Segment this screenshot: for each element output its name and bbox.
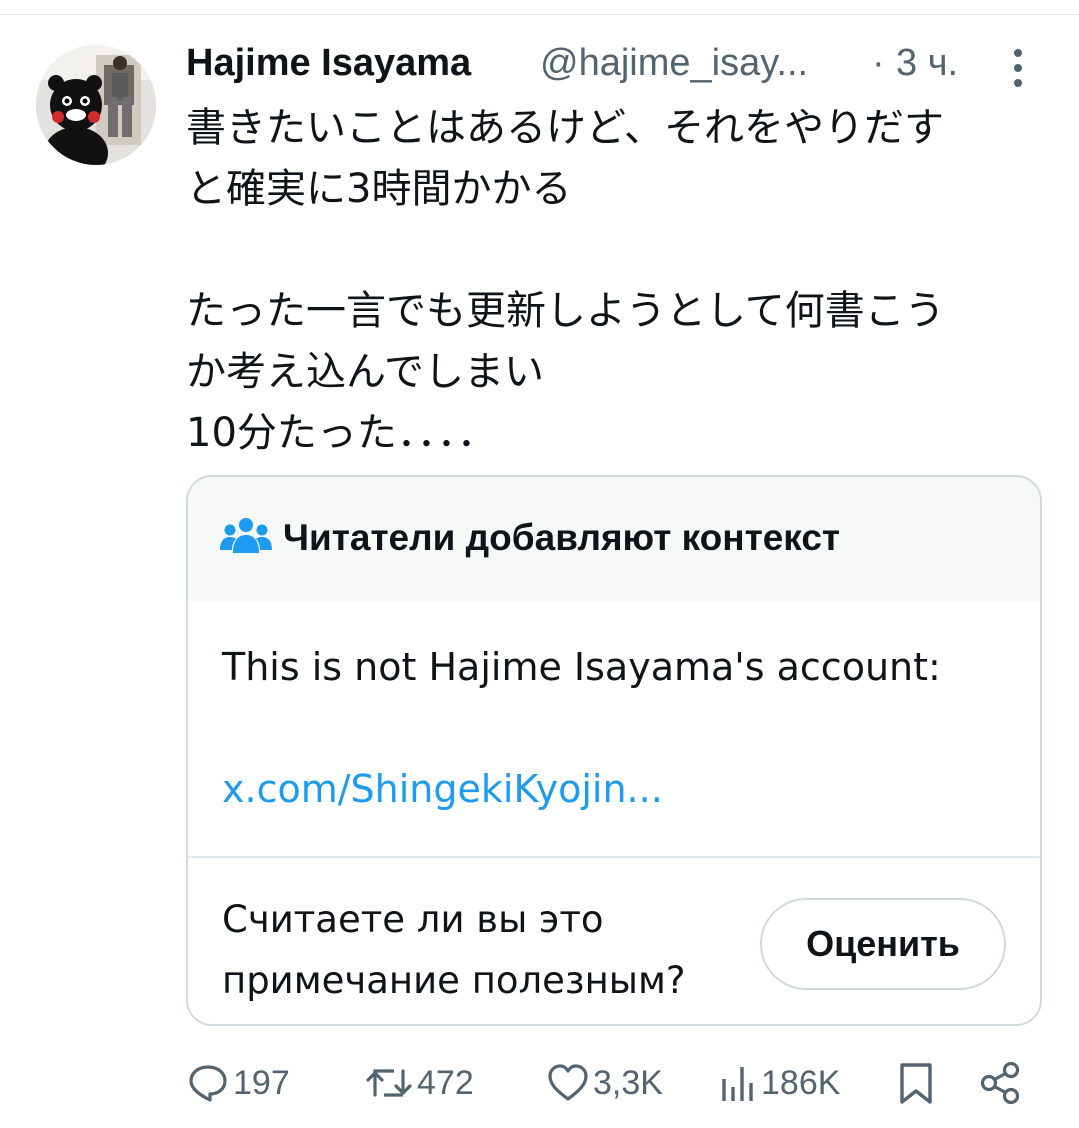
repost-count: 472 [417,1063,474,1102]
tweet-text-line: たった一言でも更新しようとして何書こう [186,288,945,334]
community-note-text: This is not Hajime Isayama's account: [222,645,941,689]
rate-question: Считаете ли вы это примечание полезным? [222,889,742,1011]
bookmark-button[interactable] [896,1058,936,1108]
rate-question-line: Считаете ли вы это [222,898,604,941]
author-display-name[interactable]: Hajime Isayama [186,42,471,85]
author-handle[interactable]: @hajime_isay... [540,42,808,85]
reply-count: 197 [233,1063,290,1102]
tweet-timestamp[interactable]: 3 ч. [896,42,958,85]
view-count: 186K [761,1063,841,1102]
tweet-text-blank-line [186,220,1056,281]
people-icon [220,518,272,553]
community-note-header: Читатели добавляют контекст [188,477,1040,601]
rate-button[interactable]: Оценить [760,898,1006,990]
avatar-photo [36,45,156,165]
community-note-link[interactable]: x.com/ShingekiKyojin... [222,767,1012,811]
tweet-text-line: 10分たった．．．． [186,410,497,456]
tweet-header: Hajime Isayama @hajime_isay... · 3 ч. [186,40,1046,92]
community-note-divider [188,856,1040,858]
avatar[interactable] [36,45,156,165]
tweet-actions-bar: 197 472 3,3K 186K [186,1058,1046,1108]
heart-icon [548,1064,588,1101]
bookmark-icon [900,1063,932,1104]
tweet-text-line: と確実に3時間かかる [186,166,572,212]
reply-button[interactable]: 197 [186,1058,290,1108]
tweet-text: 書きたいことはあるけど、それをやりだす と確実に3時間かかる たった一言でも更新… [186,98,1056,464]
repost-button[interactable]: 472 [364,1058,474,1108]
tweet-text-line: か考え込んでしまい [186,349,544,395]
like-button[interactable]: 3,3K [546,1058,663,1108]
more-vertical-icon [1014,49,1022,87]
share-button[interactable] [978,1058,1022,1108]
more-options-button[interactable] [998,46,1038,90]
views-button[interactable]: 186K [718,1058,840,1108]
analytics-icon [722,1067,753,1101]
share-icon [980,1061,1020,1105]
community-note-body: This is not Hajime Isayama's account: x.… [222,645,1012,811]
repost-icon [366,1069,412,1097]
header-separator: · [872,42,885,84]
tweet-text-line: 書きたいことはあるけど、それをやりだす [186,105,944,151]
community-note-title: Читатели добавляют контекст [283,517,841,558]
community-note-card: Читатели добавляют контекст This is not … [186,475,1042,1026]
like-count: 3,3K [593,1063,663,1102]
rate-question-line: примечание полезным? [222,959,686,1002]
top-divider [0,14,1079,15]
reply-icon [189,1065,227,1102]
